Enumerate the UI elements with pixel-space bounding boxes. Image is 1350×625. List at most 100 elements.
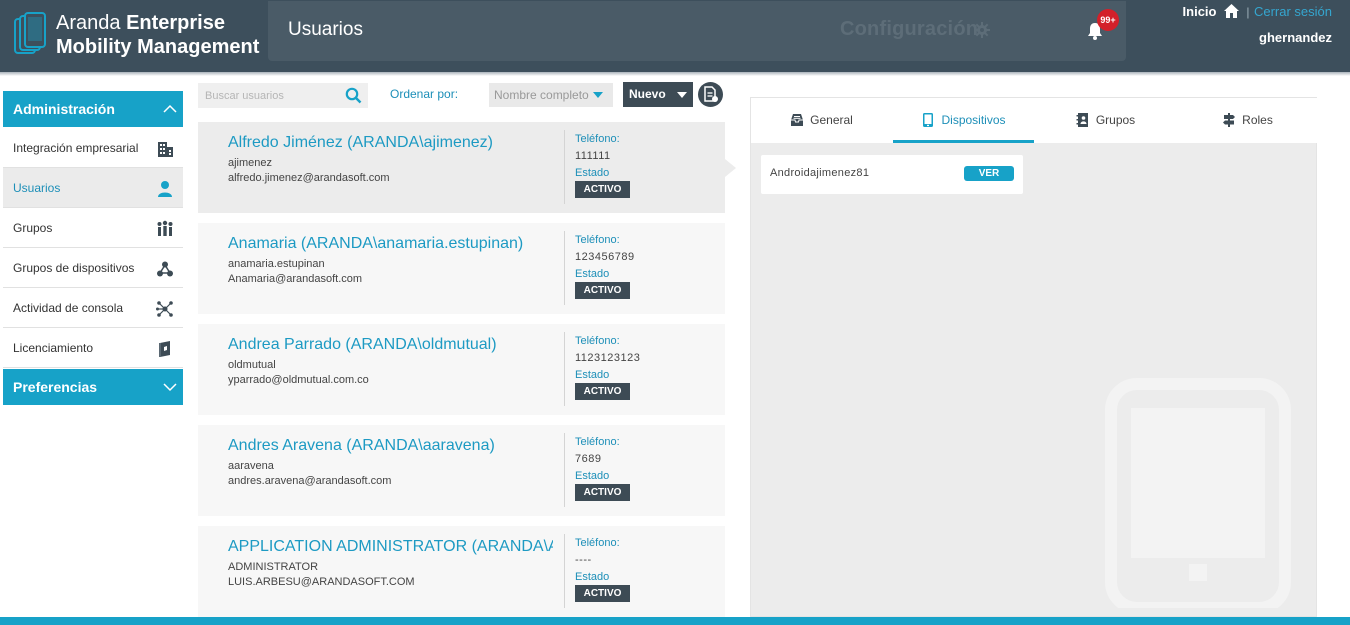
- header-panel: Usuarios Configuración 99+: [268, 1, 1126, 61]
- sidebar-item-label: Actividad de consola: [13, 301, 124, 315]
- tablet-watermark-icon: [1105, 378, 1291, 608]
- bottom-bar: [0, 617, 1350, 625]
- phone-label: Teléfono:: [575, 436, 620, 448]
- prefs-header-label: Preferencias: [13, 379, 98, 395]
- sidebar-item-usuarios[interactable]: Usuarios: [3, 168, 183, 208]
- card-divider: [564, 433, 565, 507]
- selection-pointer: [725, 159, 736, 177]
- home-link[interactable]: Inicio: [1183, 4, 1217, 19]
- user-email: alfredo.jimenez@arandasoft.com: [228, 172, 390, 184]
- network-icon: [156, 301, 173, 317]
- status-label: Estado: [575, 167, 610, 179]
- group-book-icon: [1076, 113, 1088, 127]
- user-name[interactable]: Anamaria (ARANDA\anamaria.estupinan): [228, 235, 553, 253]
- user-login: ADMINISTRATOR: [228, 561, 319, 573]
- view-device-button[interactable]: VER: [964, 166, 1014, 181]
- config-link[interactable]: Configuración: [840, 18, 978, 41]
- tab-label: Dispositivos: [941, 113, 1006, 127]
- device-name: Androidajimenez81: [770, 167, 870, 179]
- tab-dispositivos[interactable]: Dispositivos: [893, 98, 1034, 143]
- tab-label: Grupos: [1095, 113, 1136, 127]
- phone-label: Teléfono:: [575, 335, 620, 347]
- user-name[interactable]: Andres Aravena (ARANDA\aaravena): [228, 437, 553, 455]
- new-button[interactable]: Nuevo: [623, 82, 693, 107]
- sort-label: Ordenar por:: [390, 87, 459, 101]
- aranda-logo-icon: [14, 12, 46, 54]
- status-label: Estado: [575, 470, 610, 482]
- status-badge: ACTIVO: [575, 484, 630, 501]
- tab-label: Roles: [1242, 113, 1273, 127]
- user-card[interactable]: Alfredo Jiménez (ARANDA\ajimenez) ajimen…: [198, 122, 736, 213]
- status-badge: ACTIVO: [575, 282, 630, 299]
- brand-bold: Enterprise: [126, 12, 225, 34]
- sort-value: Nombre completo: [494, 88, 589, 102]
- logout-link[interactable]: Cerrar sesión: [1254, 4, 1332, 19]
- phone-value: 123456789: [575, 251, 635, 263]
- export-document-icon: [704, 86, 718, 102]
- user-card[interactable]: APPLICATION ADMINISTRATOR (ARANDA\AD... …: [198, 526, 725, 617]
- device-list-item: Androidajimenez81 VER: [761, 155, 1023, 194]
- user-name[interactable]: APPLICATION ADMINISTRATOR (ARANDA\AD...: [228, 538, 553, 556]
- caret-down-icon: [677, 92, 687, 98]
- sidebar-item-integracion[interactable]: Integración empresarial: [3, 128, 183, 168]
- sidebar-prefs-header[interactable]: Preferencias: [3, 369, 183, 405]
- sidebar-item-label: Licenciamiento: [13, 341, 94, 355]
- user-card[interactable]: Andres Aravena (ARANDA\aaravena) aaraven…: [198, 425, 725, 516]
- tab-grupos[interactable]: Grupos: [1035, 98, 1176, 143]
- sidebar-item-licenciamiento[interactable]: Licenciamiento: [3, 328, 183, 368]
- status-label: Estado: [575, 369, 610, 381]
- sidebar-admin-header[interactable]: Administración: [3, 91, 183, 127]
- device-groups-icon: [157, 261, 173, 277]
- card-divider: [564, 332, 565, 406]
- brand-light: Aranda: [56, 12, 127, 34]
- user-name[interactable]: Alfredo Jiménez (ARANDA\ajimenez): [228, 134, 553, 152]
- status-badge: ACTIVO: [575, 181, 630, 198]
- building-icon: [158, 142, 173, 157]
- tab-roles[interactable]: Roles: [1177, 98, 1318, 143]
- status-badge: ACTIVO: [575, 585, 630, 602]
- user-email: andres.aravena@arandasoft.com: [228, 475, 392, 487]
- sidebar-item-label: Grupos de dispositivos: [13, 261, 135, 275]
- sidebar-item-grupos-dispositivos[interactable]: Grupos de dispositivos: [3, 248, 183, 288]
- user-login: oldmutual: [228, 359, 276, 371]
- card-divider: [564, 231, 565, 305]
- phone-label: Teléfono:: [575, 234, 620, 246]
- user-login: ajimenez: [228, 157, 273, 169]
- new-button-label: Nuevo: [629, 87, 666, 101]
- tab-label: General: [810, 113, 853, 127]
- notifications-badge[interactable]: 99+: [1097, 9, 1119, 31]
- export-button[interactable]: [698, 82, 723, 107]
- sort-select[interactable]: Nombre completo: [489, 83, 613, 107]
- chevron-up-icon: [163, 104, 177, 113]
- status-label: Estado: [575, 571, 610, 583]
- phone-value: 111111: [575, 150, 611, 162]
- sidebar-item-label: Integración empresarial: [13, 141, 139, 155]
- user-card[interactable]: Andrea Parrado (ARANDA\oldmutual) oldmut…: [198, 324, 725, 415]
- home-icon[interactable]: [1223, 4, 1239, 18]
- tablet-icon: [923, 113, 934, 127]
- license-book-icon: [159, 341, 170, 357]
- tab-general[interactable]: General: [751, 98, 892, 143]
- caret-down-icon: [593, 92, 603, 98]
- sidebar-item-grupos[interactable]: Grupos: [3, 208, 183, 248]
- gear-icon[interactable]: [974, 22, 990, 38]
- user-name[interactable]: Andrea Parrado (ARANDA\oldmutual): [228, 336, 553, 354]
- sidebar-item-label: Usuarios: [13, 181, 61, 195]
- signpost-icon: [1223, 113, 1236, 127]
- detail-panel: General Dispositivos Grupos Roles Androi…: [750, 97, 1318, 617]
- phone-label: Teléfono:: [575, 133, 620, 145]
- search-icon[interactable]: [345, 87, 362, 104]
- phone-value: 1123123123: [575, 352, 641, 364]
- page-title: Usuarios: [288, 19, 363, 40]
- admin-header-label: Administración: [13, 101, 115, 117]
- status-badge: ACTIVO: [575, 383, 630, 400]
- user-area: Inicio | Cerrar sesión ghernandez: [1183, 3, 1332, 45]
- user-email: yparrado@oldmutual.com.co: [228, 374, 369, 386]
- separator: |: [1246, 5, 1250, 19]
- search-input[interactable]: [198, 83, 338, 108]
- sidebar-item-actividad[interactable]: Actividad de consola: [3, 288, 183, 328]
- topbar-shadow: [0, 72, 1350, 76]
- user-card[interactable]: Anamaria (ARANDA\anamaria.estupinan) ana…: [198, 223, 725, 314]
- username: ghernandez: [1259, 30, 1332, 45]
- status-label: Estado: [575, 268, 610, 280]
